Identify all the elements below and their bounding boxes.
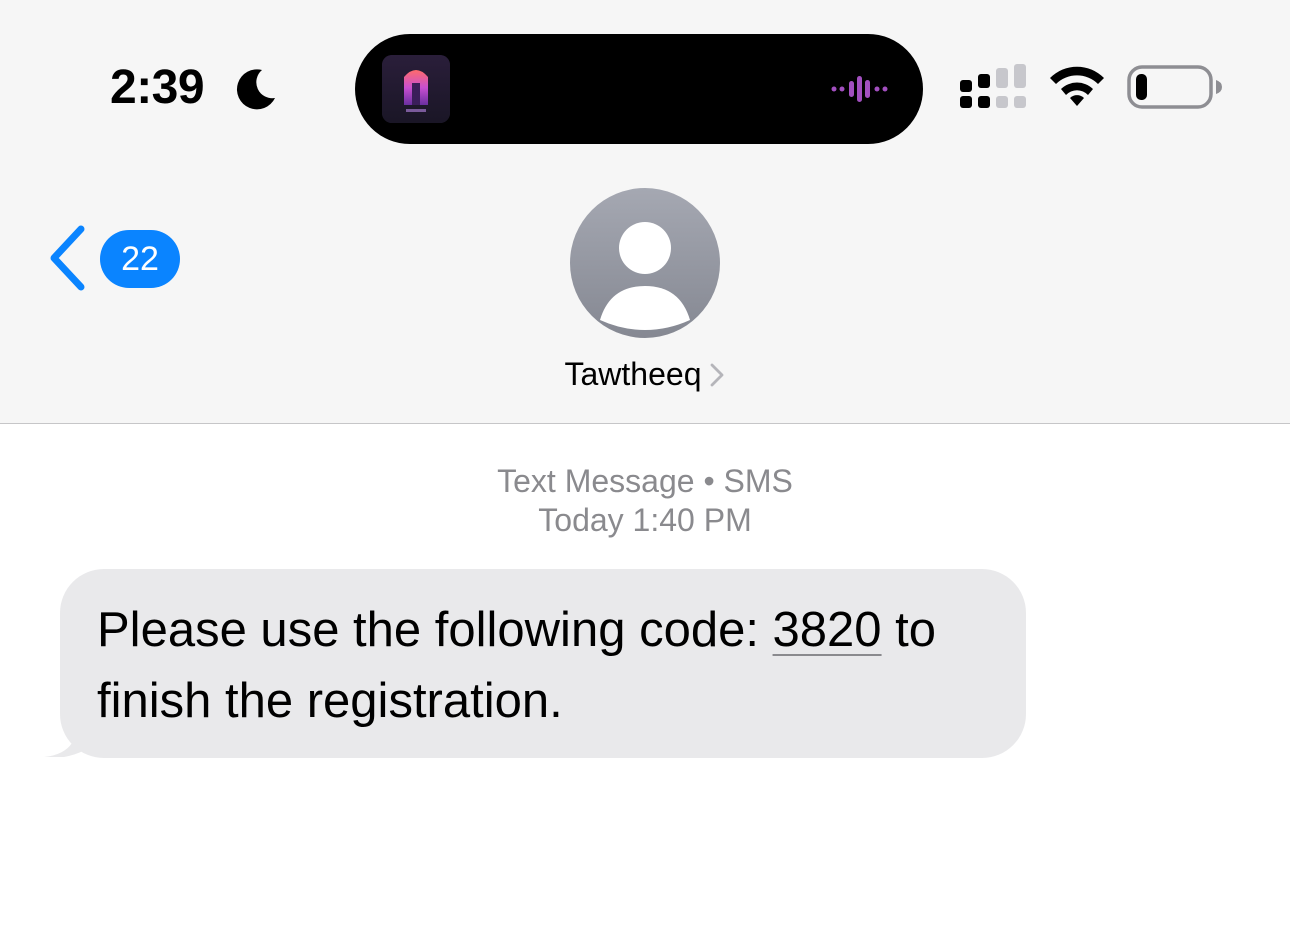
now-playing-artwork[interactable] — [382, 55, 450, 123]
message-bubble[interactable]: Please use the following code: 3820 to f… — [60, 569, 1026, 758]
wifi-icon — [1050, 66, 1104, 106]
unread-count-badge: 22 — [100, 230, 180, 288]
verification-code-link[interactable]: 3820 — [773, 603, 882, 657]
battery-low-icon — [1127, 65, 1222, 109]
cellular-signal-icon — [960, 64, 1026, 108]
moon-icon — [236, 69, 275, 110]
chevron-left-icon — [50, 225, 85, 291]
service-label: Text Message • SMS — [497, 463, 793, 499]
person-placeholder-icon — [570, 188, 720, 338]
album-art-image — [382, 55, 450, 123]
message-metadata: Text Message • SMS Today 1:40 PM — [0, 462, 1290, 540]
contact-header[interactable]: Tawtheeq — [545, 186, 745, 406]
contact-name: Tawtheeq — [564, 356, 702, 392]
message-timestamp: Today 1:40 PM — [538, 502, 752, 538]
conversation-header: 2:39 22 Tawtheeq — [0, 0, 1290, 424]
message-text-before: Please use the following code: — [97, 603, 773, 657]
contact-name-row[interactable]: Tawtheeq — [545, 356, 745, 393]
status-time: 2:39 — [110, 61, 205, 114]
audio-waveform-icon — [831, 76, 888, 102]
back-button[interactable]: 22 — [44, 222, 184, 294]
incoming-message[interactable]: Please use the following code: 3820 to f… — [42, 569, 1032, 761]
dynamic-island[interactable] — [355, 34, 923, 144]
chevron-right-icon — [711, 363, 724, 386]
